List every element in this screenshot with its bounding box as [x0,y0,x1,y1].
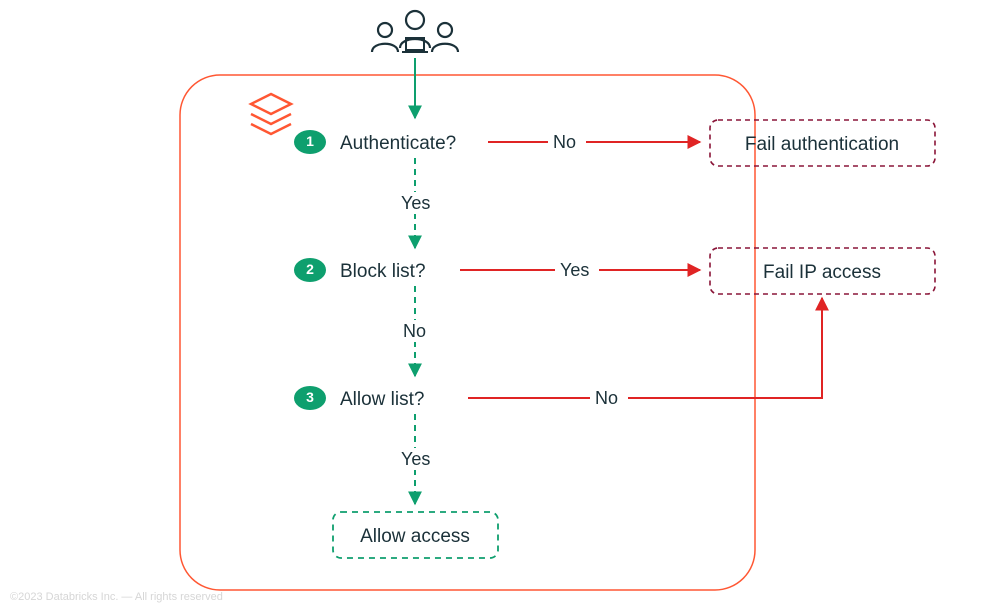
edge-allow-yes: Yes [401,449,430,469]
step-1-number: 1 [306,133,314,149]
edge-block-no: No [403,321,426,341]
step-1-label: Authenticate? [340,133,456,154]
step-3-number: 3 [306,389,314,405]
arrow-allow-no [468,298,822,398]
step-2-number: 2 [306,261,314,277]
step-1: 1 Authenticate? [294,130,456,154]
users-group-icon [372,11,458,52]
copyright-text: ©2023 Databricks Inc. — All rights reser… [10,591,223,603]
edge-allow-no: No [595,388,618,408]
fail-auth-text: Fail authentication [745,134,899,155]
flowchart-diagram: 1 Authenticate? No Fail authentication Y… [0,0,1000,609]
edge-auth-no: No [553,132,576,152]
allow-text: Allow access [360,526,470,547]
step-2-label: Block list? [340,261,426,282]
edge-auth-yes: Yes [401,193,430,213]
step-3-label: Allow list? [340,389,424,410]
edge-block-yes: Yes [560,260,589,280]
step-2: 2 Block list? [294,258,426,282]
fail-ip-text: Fail IP access [763,262,881,283]
step-3: 3 Allow list? [294,386,424,410]
layers-icon [251,94,291,134]
